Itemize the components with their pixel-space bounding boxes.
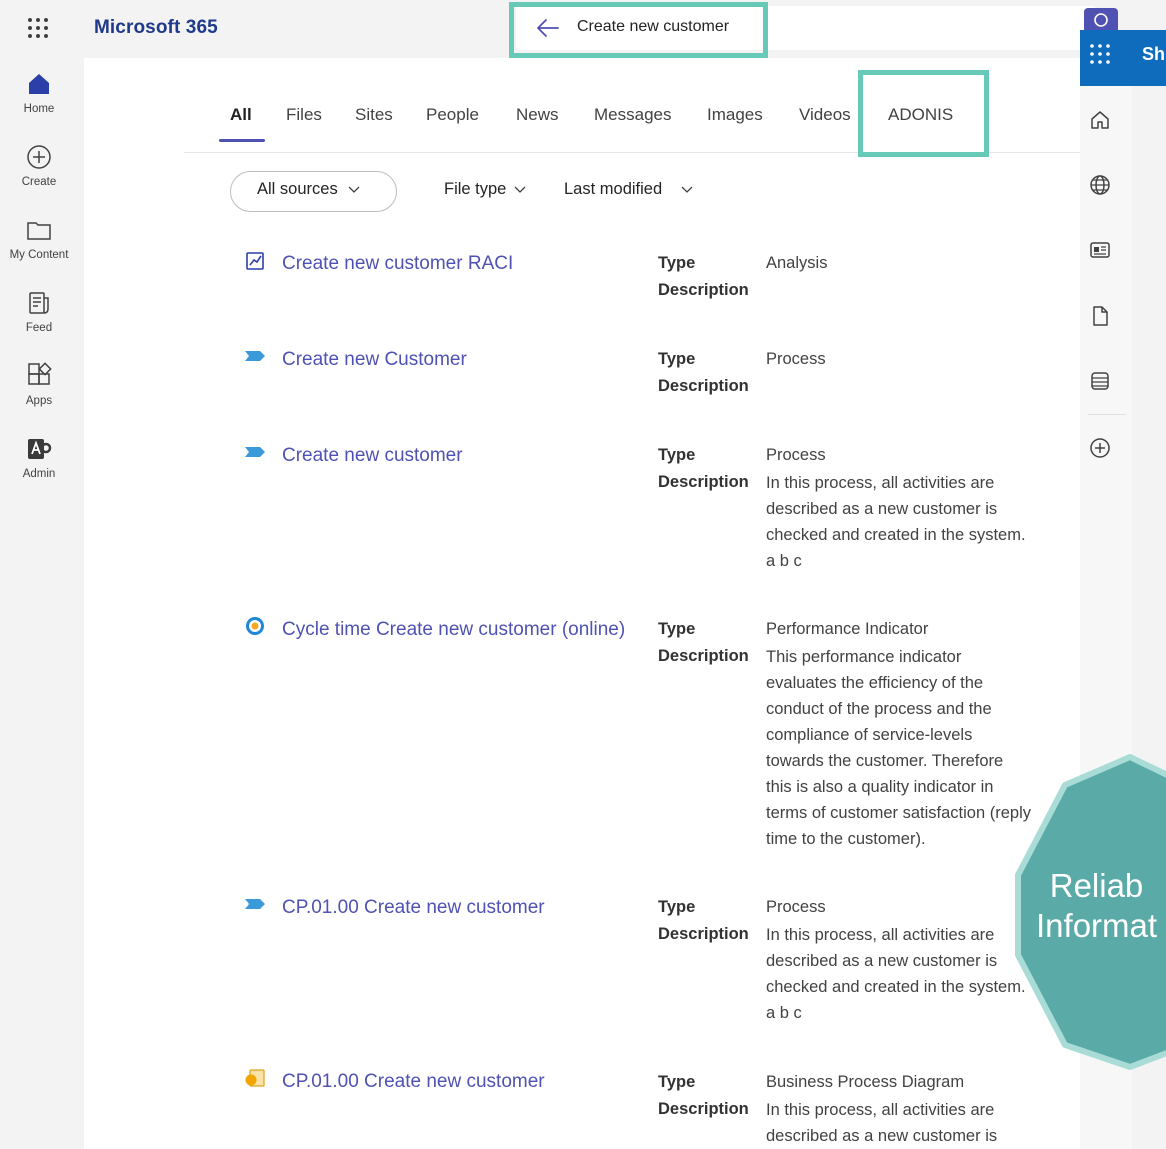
result-type: Process (766, 446, 826, 464)
result-title[interactable]: Create new customer (282, 445, 463, 467)
target-icon (246, 617, 264, 635)
apps-icon (28, 362, 52, 385)
type-label: Type (658, 350, 696, 368)
brand-title[interactable]: Microsoft 365 (94, 17, 218, 39)
file-type-filter[interactable]: File type (444, 180, 526, 199)
rail-label: Create (21, 176, 57, 188)
tab-news[interactable]: News (516, 105, 559, 125)
active-tab-indicator (219, 139, 265, 142)
tab-images[interactable]: Images (707, 105, 763, 125)
result-description: In this process, all activities are desc… (766, 474, 1026, 570)
rail-label: Home (23, 103, 55, 115)
type-label: Type (658, 254, 696, 272)
rail-admin[interactable]: Admin (0, 435, 78, 480)
rail-label: My Content (9, 249, 69, 261)
rail-create[interactable]: Create (0, 143, 78, 188)
filter-label: All sources (257, 180, 338, 198)
description-label: Description (658, 473, 749, 491)
search-highlight-box (509, 2, 768, 58)
rail-label: Feed (25, 322, 53, 334)
type-label: Type (658, 446, 696, 464)
process-arrow-icon (245, 447, 265, 457)
description-label: Description (658, 281, 749, 299)
last-modified-filter[interactable]: Last modified (564, 180, 693, 199)
diagram-icon (245, 1069, 265, 1087)
result-title[interactable]: CP.01.00 Create new customer (282, 897, 545, 919)
chevron-down-icon (514, 186, 526, 193)
badge-line: Reliab (1049, 867, 1144, 904)
rail-label: Apps (25, 395, 53, 407)
waffle-icon[interactable] (1089, 43, 1111, 65)
result-description: In this process, all activities are desc… (766, 926, 1026, 1022)
right-panel-title: Sh (1142, 44, 1166, 64)
globe-icon[interactable] (1088, 173, 1112, 197)
folder-icon (27, 222, 51, 240)
process-arrow-icon (245, 351, 265, 361)
process-arrow-icon (245, 899, 265, 909)
result-type: Performance Indicator (766, 620, 929, 638)
result-type: Process (766, 350, 826, 368)
admin-icon (28, 439, 52, 459)
rail-label: Admin (22, 468, 56, 480)
result-description: This performance indicator evaluates the… (766, 648, 1031, 848)
result-title[interactable]: Create new customer RACI (282, 253, 513, 275)
badge-line: Informat (1036, 907, 1158, 944)
chevron-down-icon (681, 186, 693, 193)
description-label: Description (658, 647, 749, 665)
filter-label: Last modified (564, 180, 663, 198)
description-label: Description (658, 1100, 749, 1118)
chevron-down-icon (348, 186, 360, 193)
adonis-highlight-box (858, 70, 989, 157)
news-icon[interactable] (1088, 238, 1112, 262)
analysis-icon (246, 252, 264, 270)
tab-all[interactable]: All (230, 105, 252, 125)
rail-feed[interactable]: Feed (0, 289, 78, 334)
home-outline-icon[interactable] (1088, 108, 1112, 132)
tab-videos[interactable]: Videos (799, 105, 851, 125)
rail-my-content[interactable]: My Content (0, 216, 78, 261)
result-title[interactable]: Cycle time Create new customer (online) (282, 619, 625, 641)
type-label: Type (658, 898, 696, 916)
rail-home[interactable]: Home (0, 70, 78, 115)
result-description: In this process, all activities are desc… (766, 1101, 998, 1145)
right-bar-divider (1088, 414, 1126, 415)
result-type: Process (766, 898, 826, 916)
type-label: Type (658, 1073, 696, 1091)
home-icon (29, 74, 49, 94)
tab-sites[interactable]: Sites (355, 105, 393, 125)
all-sources-filter[interactable]: All sources (257, 180, 360, 199)
result-type: Analysis (766, 254, 828, 272)
badge-text: Reliab Informat (1036, 866, 1157, 946)
tab-messages[interactable]: Messages (594, 105, 671, 125)
filter-label: File type (444, 180, 507, 198)
add-icon[interactable] (1088, 436, 1112, 460)
rail-apps[interactable]: Apps (0, 362, 78, 407)
result-title[interactable]: CP.01.00 Create new customer (282, 1071, 545, 1093)
database-icon[interactable] (1088, 369, 1112, 393)
type-label: Type (658, 620, 696, 638)
feed-icon (29, 292, 49, 314)
result-type: Business Process Diagram (766, 1073, 965, 1091)
waffle-icon[interactable] (26, 16, 50, 40)
result-title[interactable]: Create new Customer (282, 349, 467, 371)
tab-people[interactable]: People (426, 105, 479, 125)
document-icon[interactable] (1088, 304, 1112, 328)
description-label: Description (658, 377, 749, 395)
tab-files[interactable]: Files (286, 105, 322, 125)
description-label: Description (658, 925, 749, 943)
plus-circle-icon (27, 145, 51, 169)
